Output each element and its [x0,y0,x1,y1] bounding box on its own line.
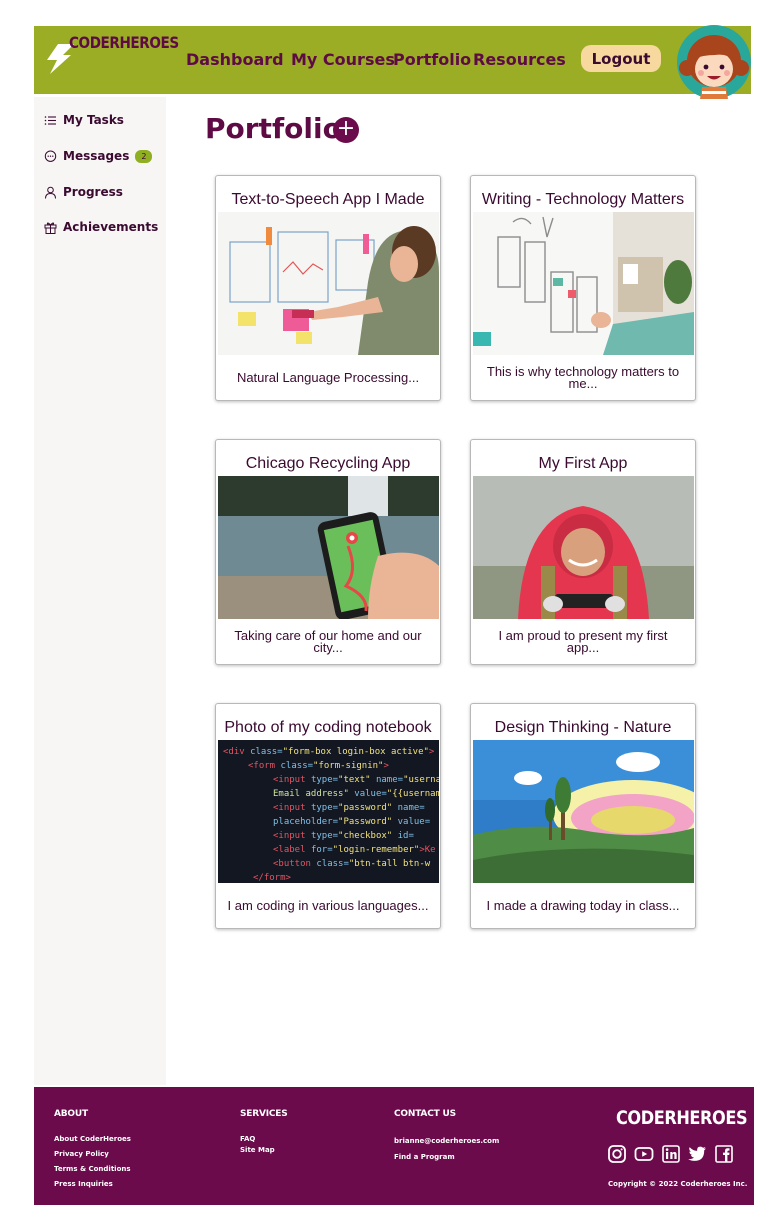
nav-portfolio[interactable]: Portfolio [393,50,471,69]
card-title: Writing - Technology Matters [481,190,685,208]
card-image-girl-with-phone [473,476,694,619]
linkedin-icon[interactable] [661,1144,681,1164]
portfolio-card-technology-matters[interactable]: Writing - Technology Matters This is why… [470,175,696,401]
message-count-badge: 2 [135,149,153,163]
svg-text:<input type="password" name=: <input type="password" name= [273,803,425,813]
card-description: I am proud to present my first app... [498,628,668,655]
card-image-nature-drawing [473,740,694,883]
portfolio-card-chicago-recycling[interactable]: Chicago Recycling App Taking care of our… [215,439,441,665]
svg-text:<label for="login-remember">Ke: <label for="login-remember">Ke [273,845,436,855]
footer-services-heading: SERVICES [240,1109,288,1119]
gift-icon [44,221,57,234]
chat-icon [44,150,57,162]
portfolio-card-coding-notebook[interactable]: Photo of my coding notebook <div class="… [215,703,441,929]
logout-button[interactable]: Logout [581,45,661,72]
copyright-text: Copyright © 2022 Coderheroes Inc. [608,1180,748,1188]
footer-about-heading: ABOUT [54,1109,88,1119]
card-image-phone-map [218,476,439,619]
footer-brand: CODERHEROES [616,1107,748,1129]
nav-resources[interactable]: Resources [473,50,566,69]
portfolio-card-design-thinking[interactable]: Design Thinking - Nature I made a drawin… [470,703,696,929]
card-description: I made a drawing today in class... [486,898,680,913]
svg-text:</form>: </form> [253,873,292,883]
footer-link-about[interactable]: About CoderHeroes [54,1135,131,1143]
svg-text:<form class="form-signin">: <form class="form-signin"> [248,761,389,771]
brand-name[interactable]: CODERHEROES [69,33,179,52]
list-icon [44,115,56,125]
svg-text:<input type="text" name="usern: <input type="text" name="userna [273,775,439,785]
add-portfolio-item-button[interactable]: + [333,117,359,143]
facebook-icon[interactable] [714,1144,734,1164]
svg-text:placeholder="Password" value=: placeholder="Password" value= [273,817,431,827]
footer-link-privacy[interactable]: Privacy Policy [54,1150,109,1158]
youtube-icon[interactable] [634,1144,654,1164]
card-image-whiteboard-wireframes [218,212,439,355]
sidebar-item-label: My Tasks [63,113,124,127]
nav-my-courses[interactable]: My Courses [291,50,395,69]
card-description: Natural Language Processing... [236,370,420,385]
card-description: Taking care of our home and our city... [234,628,422,655]
svg-text:<input type="checkbox" id=: <input type="checkbox" id= [273,831,414,841]
person-icon [45,186,56,199]
nav-dashboard[interactable]: Dashboard [186,50,284,69]
sidebar-item-my-tasks[interactable]: My Tasks [44,110,124,130]
twitter-icon[interactable] [687,1144,707,1164]
sidebar-item-label: Achievements [63,220,159,234]
footer: ABOUT About CoderHeroes Privacy Policy T… [34,1087,754,1205]
top-header: CODERHEROES Dashboard My Courses Portfol… [34,25,751,99]
portfolio-card-text-to-speech[interactable]: Text-to-Speech App I Made Natural Langua… [215,175,441,401]
svg-text:<div class="form-box login-box: <div class="form-box login-box active"> [223,747,435,757]
avatar[interactable] [675,25,753,99]
sidebar-item-label: Messages [63,149,130,163]
card-description: I am coding in various languages... [227,898,429,913]
footer-link-terms[interactable]: Terms & Conditions [54,1165,131,1173]
instagram-icon[interactable] [607,1144,627,1164]
footer-link-email[interactable]: brianne@coderheroes.com [394,1137,499,1145]
footer-link-find-program[interactable]: Find a Program [394,1153,455,1161]
sidebar-item-messages[interactable]: Messages 2 [44,146,153,166]
footer-link-sitemap[interactable]: Site Map [240,1146,275,1154]
footer-link-faq[interactable]: FAQ [240,1135,255,1143]
portfolio-card-my-first-app[interactable]: My First App I am proud to present my fi… [470,439,696,665]
card-image-sketching-whiteboard [473,212,694,355]
sidebar-item-progress[interactable]: Progress [44,182,123,202]
card-title: Chicago Recycling App [245,454,411,472]
sidebar: My Tasks Messages 2 Progress Achievement… [34,97,166,1085]
footer-link-press[interactable]: Press Inquiries [54,1180,113,1188]
card-title: Design Thinking - Nature [494,718,672,736]
page-title: Portfolio [205,112,342,145]
card-title: My First App [538,454,628,472]
card-description: This is why technology matters to me... [486,364,680,391]
sidebar-item-achievements[interactable]: Achievements [44,217,158,237]
svg-text:Email address" value="{{userna: Email address" value="{{usernam [273,789,439,799]
footer-contact-heading: CONTACT US [394,1109,456,1119]
card-title: Text-to-Speech App I Made [231,190,425,208]
sidebar-item-label: Progress [63,185,123,199]
svg-text:<button class="btn-tall btn-w: <button class="btn-tall btn-w [273,859,431,869]
card-image-code-screen: <div class="form-box login-box active"> … [218,740,439,883]
card-title: Photo of my coding notebook [224,718,432,736]
